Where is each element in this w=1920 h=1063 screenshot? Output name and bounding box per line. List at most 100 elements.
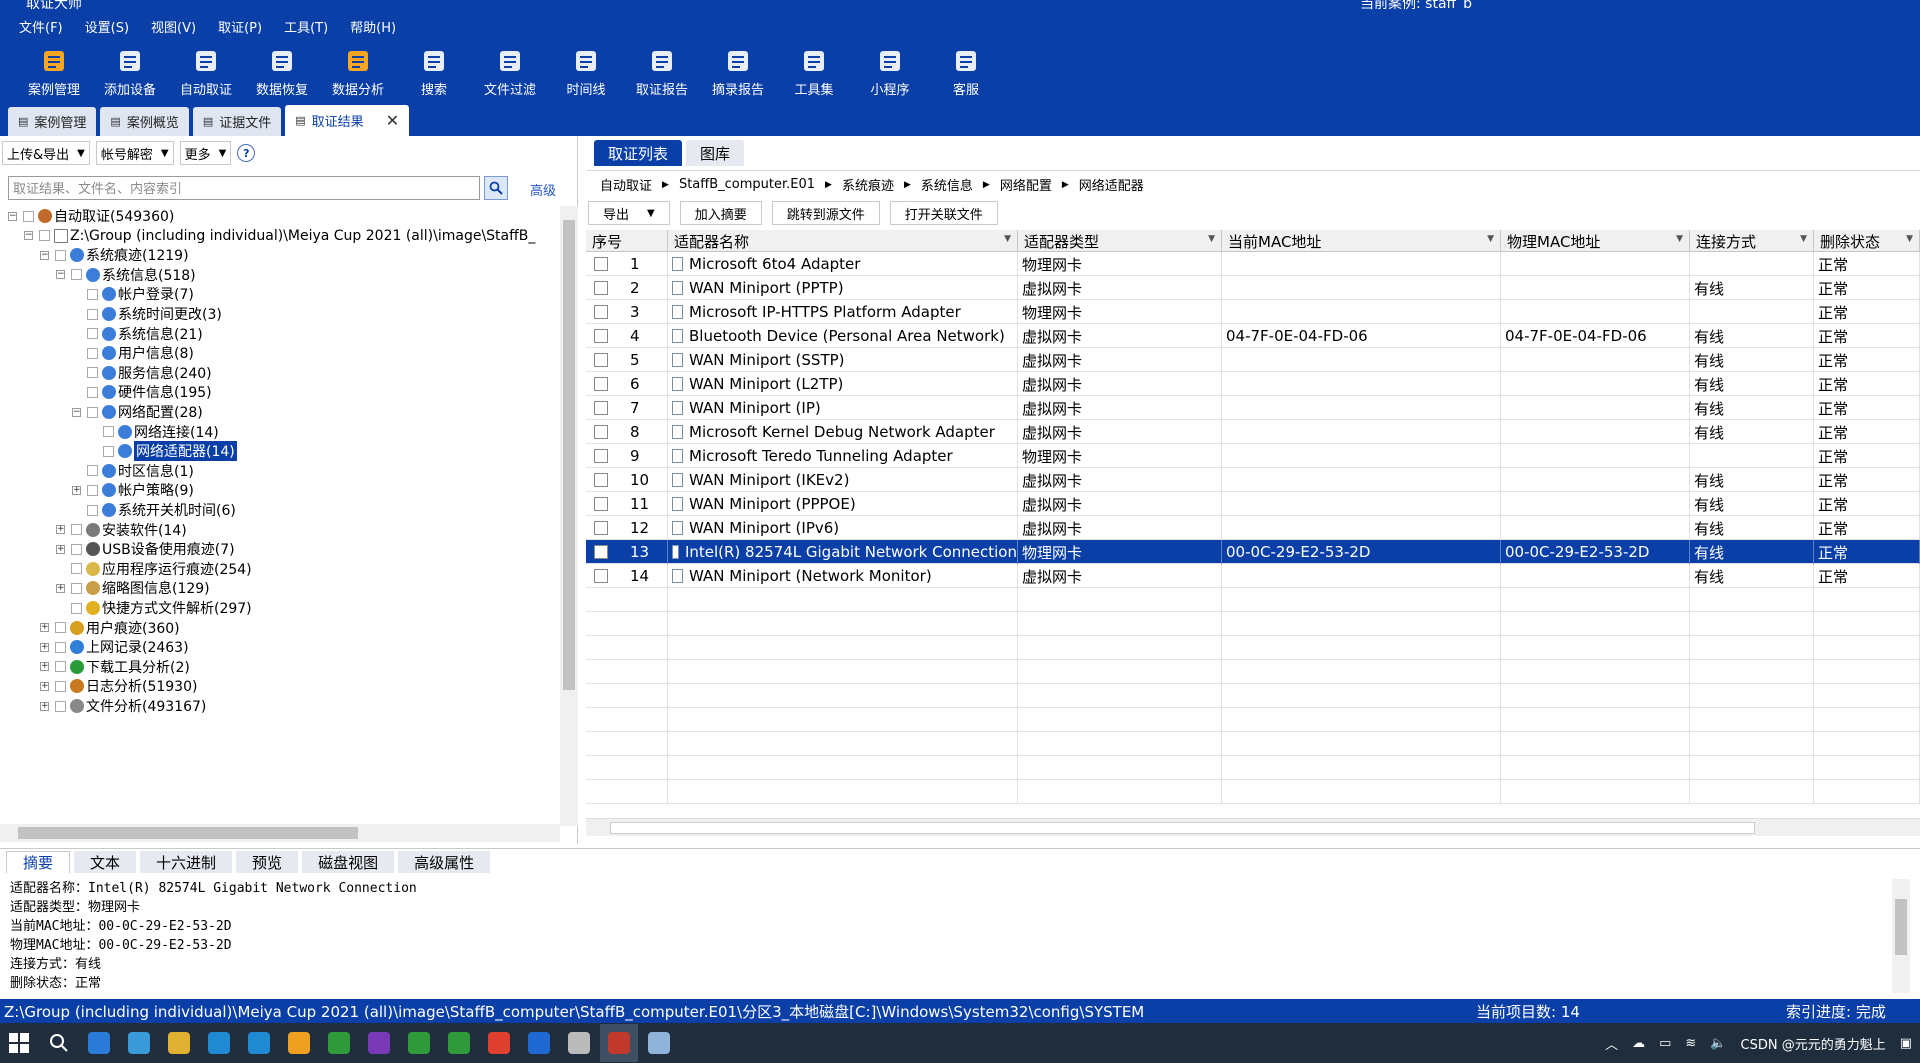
row-checkbox[interactable] xyxy=(594,257,608,271)
toolbar-button[interactable]: 案例管理 xyxy=(16,42,92,102)
taskbar-app[interactable] xyxy=(200,1024,238,1062)
row-checkbox[interactable] xyxy=(594,353,608,367)
tree-checkbox[interactable] xyxy=(55,249,66,261)
result-tab[interactable]: 取证列表 xyxy=(594,140,683,166)
toolbar-button[interactable]: 数据分析 xyxy=(320,42,396,102)
tree-checkbox[interactable] xyxy=(87,367,98,379)
tree-expander-icon[interactable]: − xyxy=(8,211,17,221)
taskbar-app[interactable] xyxy=(400,1024,438,1062)
help-icon[interactable]: ? xyxy=(237,144,256,162)
toolbar-button[interactable]: 工具集 xyxy=(776,42,852,102)
upload-export-dropdown[interactable]: 上传&导出 ▼ xyxy=(2,141,90,165)
tree-expander-icon[interactable]: + xyxy=(40,642,49,652)
account-decrypt-dropdown[interactable]: 帐号解密 ▼ xyxy=(95,141,174,165)
scroll-thumb[interactable] xyxy=(18,827,358,839)
row-checkbox[interactable] xyxy=(594,329,608,343)
row-checkbox[interactable] xyxy=(594,281,608,295)
column-header[interactable]: 删除状态 ▼ xyxy=(1814,230,1920,252)
taskbar-app[interactable] xyxy=(120,1024,158,1062)
doc-tab[interactable]: ▤ 取证结果 ✕ xyxy=(285,105,410,136)
row-checkbox[interactable] xyxy=(594,401,608,415)
row-checkbox[interactable] xyxy=(594,377,608,391)
taskbar-app[interactable] xyxy=(160,1024,198,1062)
column-header[interactable]: 适配器类型 ▼ xyxy=(1018,230,1222,252)
tree-expander-icon[interactable]: + xyxy=(56,583,65,593)
tree-checkbox[interactable] xyxy=(55,641,66,653)
tree-checkbox[interactable] xyxy=(87,308,98,320)
taskbar-app[interactable] xyxy=(440,1024,478,1062)
taskbar-app[interactable] xyxy=(240,1024,278,1062)
table-row[interactable]: 8 Microsoft Kernel Debug Network Adapter 虚… xyxy=(586,420,1920,444)
row-checkbox[interactable] xyxy=(594,545,608,559)
tree-expander-icon[interactable]: − xyxy=(40,250,49,260)
cloud-icon[interactable]: ☁ xyxy=(1632,1036,1645,1051)
tree-expander-icon[interactable]: − xyxy=(24,231,33,241)
tree-checkbox[interactable] xyxy=(71,582,82,594)
tree-expander-icon[interactable]: + xyxy=(56,525,65,535)
toolbar-button[interactable]: 数据恢复 xyxy=(244,42,320,102)
toolbar-button[interactable]: 取证报告 xyxy=(624,42,700,102)
table-row[interactable]: 6 WAN Miniport (L2TP) 虚拟网卡 有线 正常 xyxy=(586,372,1920,396)
taskbar-app[interactable] xyxy=(520,1024,558,1062)
tree-checkbox[interactable] xyxy=(103,426,114,438)
table-row[interactable]: 2 WAN Miniport (PPTP) 虚拟网卡 有线 正常 xyxy=(586,276,1920,300)
menu-item[interactable]: 帮助(H) xyxy=(339,17,407,36)
advanced-search-link[interactable]: 高级 xyxy=(530,180,556,199)
taskbar-app[interactable] xyxy=(280,1024,318,1062)
column-header[interactable]: 适配器名称 ▼ xyxy=(668,230,1018,252)
tree-expander-icon[interactable]: + xyxy=(72,485,81,495)
table-row[interactable]: 4 Bluetooth Device (Personal Area Network… xyxy=(586,324,1920,348)
toolbar-button[interactable]: 客服 xyxy=(928,42,1004,102)
tray-chevron-icon[interactable]: ︿ xyxy=(1605,1034,1618,1053)
taskbar-search-button[interactable] xyxy=(40,1024,78,1062)
filter-icon[interactable]: ▼ xyxy=(1906,234,1913,244)
volume-icon[interactable]: 🔈 xyxy=(1710,1036,1726,1051)
table-row[interactable]: 12 WAN Miniport (IPv6) 虚拟网卡 有线 正常 xyxy=(586,516,1920,540)
more-dropdown[interactable]: 更多 ▼ xyxy=(179,141,232,165)
tree-vertical-scrollbar[interactable] xyxy=(560,206,578,826)
row-checkbox[interactable] xyxy=(594,449,608,463)
action-button[interactable]: 导出 ▼ xyxy=(588,201,670,225)
tree-node[interactable]: + 文件分析(493167) xyxy=(40,695,206,717)
tree-expander-icon[interactable]: + xyxy=(40,623,49,633)
column-header[interactable]: 当前MAC地址 ▼ xyxy=(1222,230,1501,252)
toolbar-button[interactable]: 文件过滤 xyxy=(472,42,548,102)
action-button[interactable]: 跳转到源文件 xyxy=(771,201,880,225)
row-checkbox[interactable] xyxy=(594,305,608,319)
tree-checkbox[interactable] xyxy=(71,524,82,536)
column-header[interactable]: 序号 xyxy=(586,230,668,252)
taskbar-app[interactable] xyxy=(560,1024,598,1062)
battery-icon[interactable]: ▭ xyxy=(1659,1036,1671,1051)
table-row[interactable]: 9 Microsoft Teredo Tunneling Adapter 物理网卡 正… xyxy=(586,444,1920,468)
detail-tab[interactable]: 高级属性 xyxy=(398,851,491,873)
breadcrumb-item[interactable]: 自动取证 xyxy=(600,175,652,194)
toolbar-button[interactable]: 小程序 xyxy=(852,42,928,102)
filter-icon[interactable]: ▼ xyxy=(1800,234,1807,244)
tree-expander-icon[interactable]: + xyxy=(40,681,49,691)
tree-checkbox[interactable] xyxy=(71,269,82,281)
table-row[interactable]: 1 Microsoft 6to4 Adapter 物理网卡 正常 xyxy=(586,252,1920,276)
table-row[interactable]: 5 WAN Miniport (SSTP) 虚拟网卡 有线 正常 xyxy=(586,348,1920,372)
filter-icon[interactable]: ▼ xyxy=(1208,234,1215,244)
row-checkbox[interactable] xyxy=(594,425,608,439)
wifi-icon[interactable]: ≋ xyxy=(1685,1036,1696,1051)
scroll-thumb[interactable] xyxy=(563,220,575,690)
menu-item[interactable]: 取证(P) xyxy=(207,17,273,36)
tree-checkbox[interactable] xyxy=(55,622,66,634)
taskbar-app[interactable] xyxy=(600,1024,638,1062)
breadcrumb-item[interactable]: 系统痕迹 xyxy=(842,175,894,194)
tree-expander-icon[interactable]: − xyxy=(56,270,65,280)
table-horizontal-scrollbar[interactable] xyxy=(586,818,1920,836)
detail-tab[interactable]: 磁盘视图 xyxy=(302,851,395,873)
tree-expander-icon[interactable]: + xyxy=(40,701,49,711)
menu-item[interactable]: 视图(V) xyxy=(140,17,207,36)
breadcrumb-item[interactable]: 系统信息 xyxy=(921,175,973,194)
menu-item[interactable]: 文件(F) xyxy=(8,17,74,36)
toolbar-button[interactable]: 搜索 xyxy=(396,42,472,102)
taskbar-app[interactable] xyxy=(360,1024,398,1062)
table-row[interactable]: 3 Microsoft IP-HTTPS Platform Adapter 物理网卡… xyxy=(586,300,1920,324)
search-input[interactable] xyxy=(8,176,480,200)
toolbar-button[interactable]: 添加设备 xyxy=(92,42,168,102)
tree-expander-icon[interactable]: − xyxy=(72,407,81,417)
scroll-thumb[interactable] xyxy=(1895,899,1907,955)
